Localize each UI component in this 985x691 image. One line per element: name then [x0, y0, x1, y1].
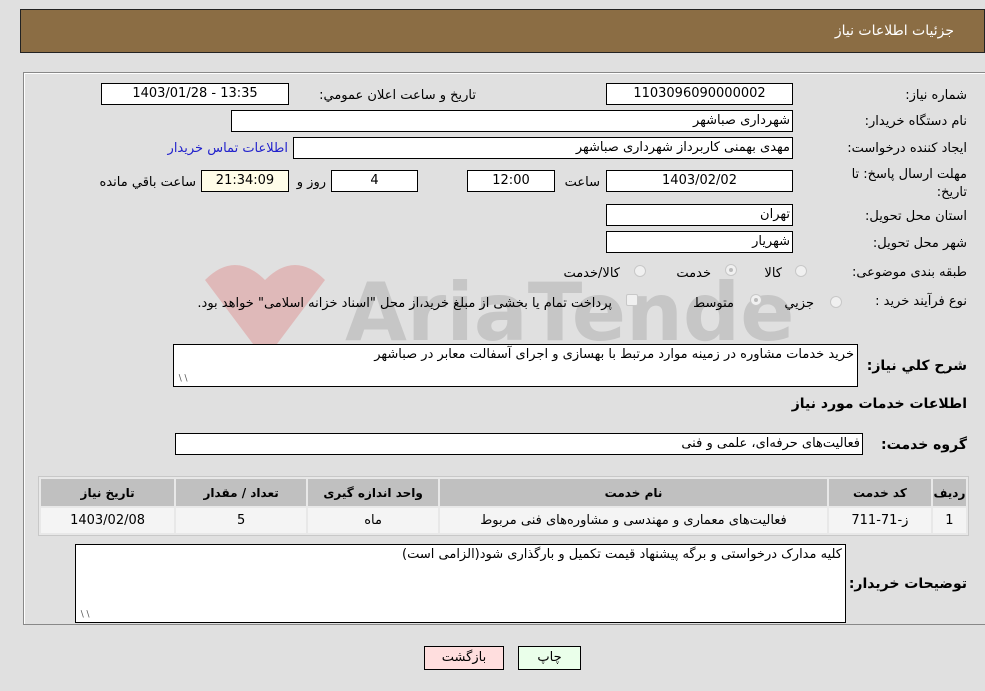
general-description-textarea[interactable]: خرید خدمات مشاوره در زمینه موارد مرتبط ب…	[173, 344, 858, 387]
days-label: روز و	[296, 175, 326, 190]
process-minor-radio[interactable]	[830, 296, 842, 308]
category-goods-service-label: کالا/خدمت	[563, 266, 620, 281]
category-service-radio[interactable]	[725, 264, 737, 276]
buyer-org-field[interactable]: شهرداری صباشهر	[231, 110, 793, 132]
treasury-checkbox[interactable]	[626, 294, 638, 306]
col-service-name: نام خدمت	[440, 479, 827, 506]
buyer-org-label: نام دستگاه خریدار:	[864, 114, 967, 129]
remaining-time-label: ساعت باقي مانده	[99, 175, 196, 190]
announce-datetime-field[interactable]: 1403/01/28 - 13:35	[101, 83, 289, 105]
province-label: استان محل تحویل:	[865, 209, 967, 224]
buyer-notes-textarea[interactable]: کلیه مدارک درخواستی و برگه پیشنهاد قیمت …	[75, 544, 846, 623]
page-header: جزئیات اطلاعات نیاز	[20, 9, 985, 53]
deadline-date-field[interactable]: 1403/02/02	[606, 170, 793, 192]
buyer-notes-label: توضیحات خریدار:	[848, 576, 967, 592]
col-unit: واحد اندازه گیری	[308, 479, 439, 506]
cell-service-code: ز-71-711	[828, 508, 931, 533]
col-row-number: ردیف	[932, 479, 966, 506]
resize-grip-icon[interactable]: ∖∖	[177, 374, 188, 384]
cell-quantity: 5	[176, 508, 307, 533]
deadline-time-field[interactable]: 12:00	[467, 170, 555, 192]
remaining-time-field: 21:34:09	[201, 170, 289, 192]
announce-datetime-label: تاریخ و ساعت اعلان عمومي:	[319, 88, 476, 103]
col-service-code: کد خدمت	[828, 479, 931, 506]
table-row: 1 ز-71-711 فعالیت‌های معماری و مهندسی و …	[41, 508, 966, 533]
cell-service-name: فعالیت‌های معماری و مهندسی و مشاوره‌های …	[440, 508, 827, 533]
deadline-label: مهلت ارسال پاسخ: تا تاریخ:	[851, 167, 967, 200]
services-section-title: اطلاعات خدمات مورد نیاز	[791, 396, 967, 412]
cell-need-date: 1403/02/08	[41, 508, 175, 533]
city-label: شهر محل تحویل:	[872, 236, 967, 251]
process-medium-radio[interactable]	[750, 294, 762, 306]
province-field[interactable]: تهران	[606, 204, 793, 226]
general-description-text: خرید خدمات مشاوره در زمینه موارد مرتبط ب…	[374, 347, 854, 362]
requester-field[interactable]: مهدی بهمنی کاربرداز شهرداری صباشهر	[293, 137, 793, 159]
requester-label: ایجاد کننده درخواست:	[847, 141, 967, 156]
col-need-date: تاریخ نیاز	[41, 479, 175, 506]
deadline-time-label: ساعت	[564, 175, 600, 190]
back-button[interactable]: بازگشت	[424, 646, 504, 670]
need-number-field[interactable]: 1103096090000002	[606, 83, 793, 105]
category-label: طبقه بندی موضوعی:	[851, 265, 967, 280]
general-description-label: شرح كلي نياز:	[866, 358, 967, 374]
city-field[interactable]: شهریار	[606, 231, 793, 253]
print-button[interactable]: چاپ	[518, 646, 581, 670]
category-goods-label: کالا	[764, 266, 782, 281]
buyer-contact-link[interactable]: اطلاعات تماس خریدار	[168, 141, 288, 156]
col-quantity: تعداد / مقدار	[176, 479, 307, 506]
services-table: ردیف کد خدمت نام خدمت واحد اندازه گیری ت…	[38, 476, 969, 536]
need-number-label: شماره نیاز:	[905, 88, 967, 103]
cell-unit: ماه	[308, 508, 439, 533]
page-title: جزئیات اطلاعات نیاز	[834, 23, 954, 39]
remaining-days-field[interactable]: 4	[331, 170, 418, 192]
category-goods-radio[interactable]	[795, 265, 807, 277]
service-group-label: گروه خدمت:	[881, 437, 967, 453]
cell-row-number: 1	[932, 508, 966, 533]
process-minor-label: جزيي	[784, 296, 814, 311]
purchase-process-label: نوع فرآیند خرید :	[875, 294, 967, 309]
buyer-notes-text: کلیه مدارک درخواستی و برگه پیشنهاد قیمت …	[402, 547, 842, 562]
table-header-row: ردیف کد خدمت نام خدمت واحد اندازه گیری ت…	[41, 479, 966, 506]
category-service-label: خدمت	[676, 266, 711, 281]
resize-grip-icon[interactable]: ∖∖	[79, 610, 90, 620]
treasury-note: پرداخت تمام یا بخشی از مبلغ خرید،از محل …	[197, 296, 612, 311]
process-medium-label: متوسط	[693, 296, 734, 311]
category-goods-service-radio[interactable]	[634, 265, 646, 277]
service-group-field[interactable]: فعالیت‌های حرفه‌ای، علمی و فنی	[175, 433, 863, 455]
